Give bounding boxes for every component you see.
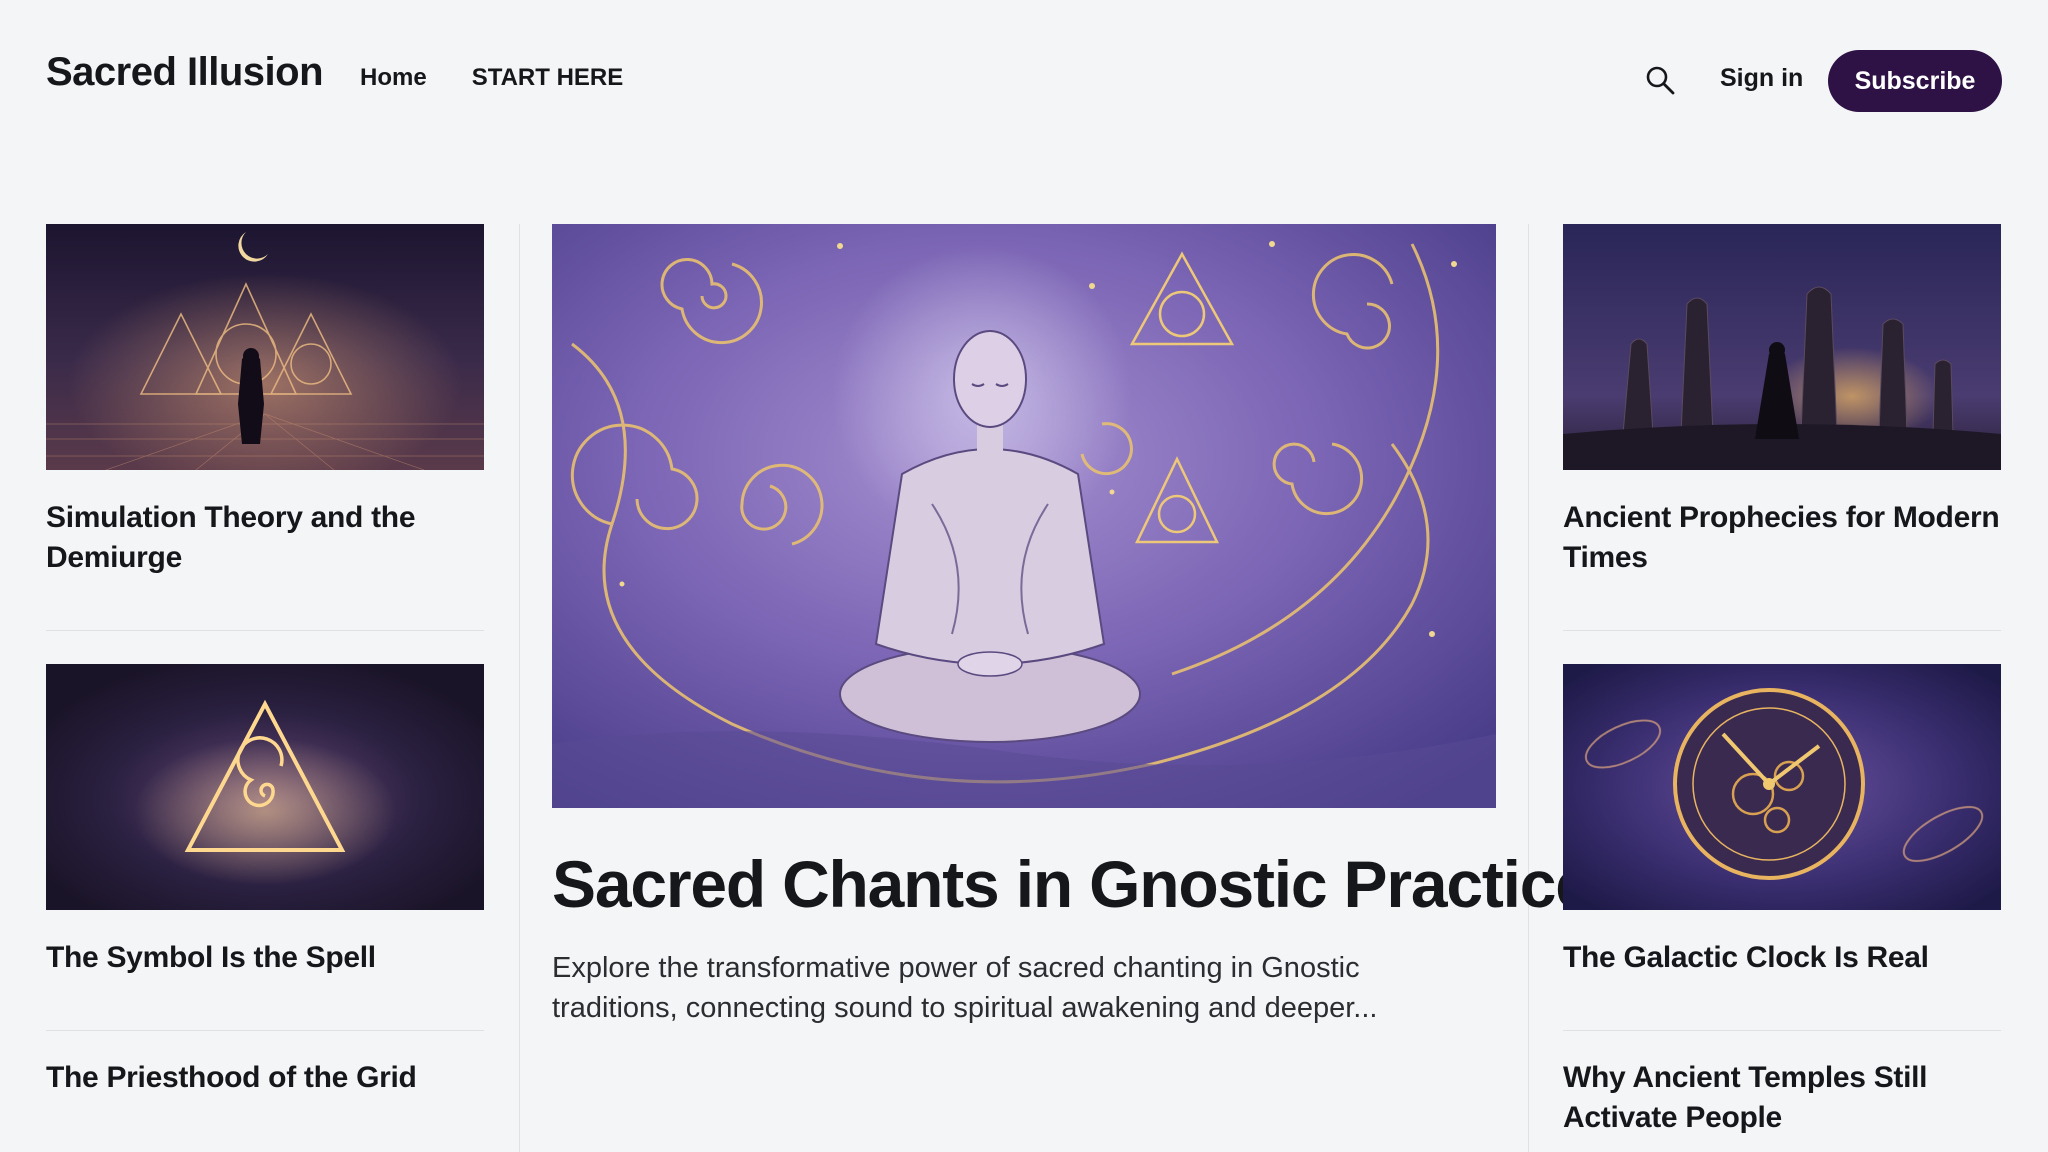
site-title[interactable]: Sacred Illusion — [46, 50, 324, 95]
featured-image[interactable] — [552, 224, 1496, 808]
main-nav: Home START HERE — [360, 64, 623, 92]
post-title-simulation[interactable]: Simulation Theory and the Demiurge — [46, 498, 484, 578]
post-image-prophecies[interactable] — [1563, 224, 2001, 470]
post-title-symbol[interactable]: The Symbol Is the Spell — [46, 938, 484, 978]
nav-home[interactable]: Home — [360, 64, 427, 92]
subscribe-button[interactable]: Subscribe — [1828, 50, 2002, 112]
post-divider — [1563, 1030, 2001, 1031]
post-title-priesthood[interactable]: The Priesthood of the Grid — [46, 1058, 484, 1098]
post-image-simulation[interactable] — [46, 224, 484, 470]
post-divider — [1563, 630, 2001, 631]
search-icon[interactable] — [1644, 64, 1676, 96]
post-divider — [46, 630, 484, 631]
post-title-temples[interactable]: Why Ancient Temples Still Activate Peopl… — [1563, 1058, 2001, 1138]
featured-title[interactable]: Sacred Chants in Gnostic Practice — [552, 844, 1592, 924]
post-image-galactic-clock[interactable] — [1563, 664, 2001, 910]
post-title-galactic-clock[interactable]: The Galactic Clock Is Real — [1563, 938, 2001, 978]
site-header: Sacred Illusion Home START HERE Sign in … — [0, 0, 2048, 160]
post-divider — [46, 1030, 484, 1031]
column-divider — [1528, 224, 1529, 1152]
post-image-symbol[interactable] — [46, 664, 484, 910]
signin-link[interactable]: Sign in — [1720, 64, 1803, 93]
nav-start-here[interactable]: START HERE — [472, 64, 624, 92]
column-divider — [519, 224, 520, 1152]
featured-excerpt: Explore the transformative power of sacr… — [552, 952, 1378, 1024]
post-title-prophecies[interactable]: Ancient Prophecies for Modern Times — [1563, 498, 2001, 578]
